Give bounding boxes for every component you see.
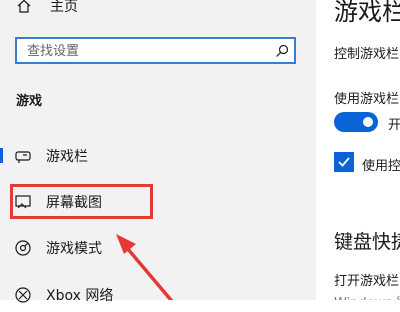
toggle-state-label: 开 [388, 118, 400, 133]
xbox-icon [15, 287, 31, 303]
checkbox-label: 使用控 [362, 159, 400, 174]
description-text: 打开游戏栏 [334, 274, 400, 289]
sidebar-item-xbox-network[interactable]: Xbox 网络 [0, 276, 316, 312]
settings-content: 游戏栏 控制游戏栏 使用游戏栏 开 使用控 键盘快捷 打开游戏栏 Windows… [316, 0, 400, 300]
checkmark-icon [338, 157, 350, 167]
search-box[interactable] [15, 37, 296, 64]
sidebar-item-game-bar[interactable]: 游戏栏 [0, 137, 316, 173]
sidebar-item-label: 游戏模式 [46, 241, 102, 257]
toggle-knob [363, 117, 373, 127]
sidebar-item-game-mode[interactable]: 游戏模式 [0, 229, 316, 265]
home-label: 主页 [50, 0, 78, 15]
home-icon [17, 0, 31, 13]
selected-indicator [0, 148, 3, 163]
game-mode-icon [15, 240, 31, 256]
search-icon[interactable] [274, 43, 290, 59]
page-title: 游戏栏 [334, 0, 400, 26]
sidebar-item-label: Xbox 网络 [46, 288, 114, 304]
annotation-highlight-box [10, 184, 153, 219]
description-text: 使用游戏栏 [334, 92, 400, 107]
search-input[interactable] [27, 42, 267, 60]
sidebar-item-label: 游戏栏 [46, 149, 88, 165]
settings-sidebar: 主页 游戏 游戏栏 屏幕截图 游戏模式 [0, 0, 316, 304]
description-text: 控制游戏栏 [334, 47, 400, 62]
section-heading: 键盘快捷 [334, 231, 400, 253]
controller-checkbox[interactable] [334, 152, 354, 172]
section-title: 游戏 [16, 94, 43, 109]
home-nav-item[interactable]: 主页 [16, 0, 78, 18]
description-text: Windows 徽 [334, 292, 400, 300]
game-bar-toggle[interactable] [334, 112, 378, 132]
game-bar-icon [15, 151, 31, 163]
